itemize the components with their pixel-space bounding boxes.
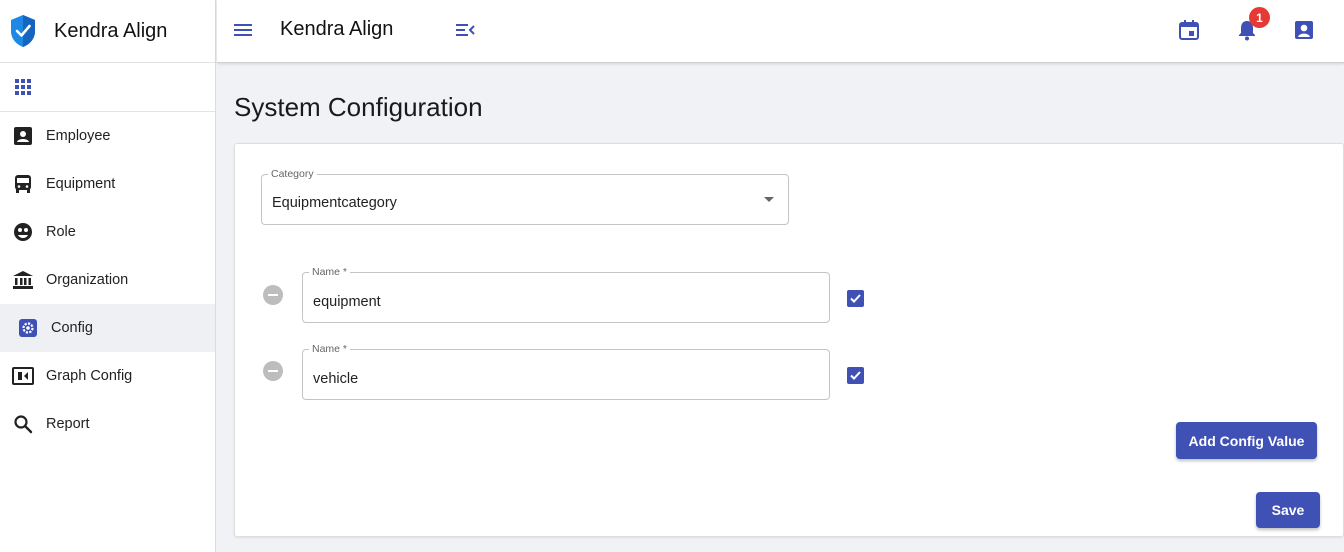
- check-icon: [850, 371, 861, 380]
- sidebar-item-role[interactable]: Role: [0, 208, 215, 256]
- add-config-value-button[interactable]: Add Config Value: [1176, 422, 1317, 459]
- check-icon: [850, 294, 861, 303]
- bank-icon: [12, 269, 34, 291]
- enabled-checkbox[interactable]: [847, 367, 864, 384]
- graph-config-icon: [12, 365, 34, 387]
- category-select[interactable]: Category Equipmentcategory: [261, 168, 789, 225]
- sidebar-item-label: Role: [46, 224, 76, 240]
- sidebar-item-graph-config[interactable]: Graph Config: [0, 352, 215, 400]
- notification-badge: 1: [1249, 7, 1270, 28]
- shield-logo-icon: [11, 15, 35, 47]
- name-value[interactable]: equipment: [313, 294, 381, 310]
- dropdown-arrow-icon: [764, 197, 774, 202]
- apps-row: [0, 63, 215, 112]
- sidebar-item-label: Config: [51, 320, 93, 336]
- sidebar-item-label: Employee: [46, 128, 111, 144]
- remove-row-button[interactable]: [263, 361, 283, 381]
- bus-icon: [12, 173, 34, 195]
- enabled-checkbox[interactable]: [847, 290, 864, 307]
- calendar-icon[interactable]: [1177, 18, 1201, 42]
- sidebar-item-label: Graph Config: [46, 368, 133, 384]
- name-label: Name *: [309, 266, 351, 278]
- collapse-menu-icon[interactable]: [455, 20, 475, 40]
- account-icon[interactable]: [1292, 18, 1316, 42]
- app-name: Kendra Align: [54, 19, 168, 42]
- settings-icon: [17, 317, 39, 339]
- config-card: Category Equipmentcategory Name * equipm…: [234, 143, 1344, 537]
- apps-grid-icon[interactable]: [14, 78, 32, 96]
- sidebar-item-report[interactable]: Report: [0, 400, 215, 448]
- sidebar-item-label: Equipment: [46, 176, 116, 192]
- sidebar-item-label: Report: [46, 416, 90, 432]
- search-icon: [12, 413, 34, 435]
- save-button[interactable]: Save: [1256, 492, 1320, 528]
- sidebar-item-organization[interactable]: Organization: [0, 256, 215, 304]
- category-value: Equipmentcategory: [272, 195, 397, 211]
- name-label: Name *: [309, 343, 351, 355]
- top-app-bar: Kendra Align 1: [217, 0, 1344, 63]
- topbar-title: Kendra Align: [280, 18, 394, 40]
- page-title: System Configuration: [234, 92, 483, 122]
- name-field[interactable]: Name * vehicle: [302, 343, 830, 400]
- name-value[interactable]: vehicle: [313, 371, 358, 387]
- sidebar-item-equipment[interactable]: Equipment: [0, 160, 215, 208]
- face-icon: [12, 221, 34, 243]
- sidebar-item-label: Organization: [46, 272, 129, 288]
- name-field[interactable]: Name * equipment: [302, 266, 830, 323]
- menu-icon[interactable]: [233, 19, 253, 41]
- remove-row-button[interactable]: [263, 285, 283, 305]
- sidebar-item-config[interactable]: Config: [0, 304, 215, 352]
- brand: Kendra Align: [0, 0, 215, 63]
- account-box-icon: [12, 125, 34, 147]
- category-label: Category: [268, 168, 317, 180]
- sidebar-item-employee[interactable]: Employee: [0, 112, 215, 160]
- sidebar: Kendra Align Employee Equipment Role Org…: [0, 0, 216, 552]
